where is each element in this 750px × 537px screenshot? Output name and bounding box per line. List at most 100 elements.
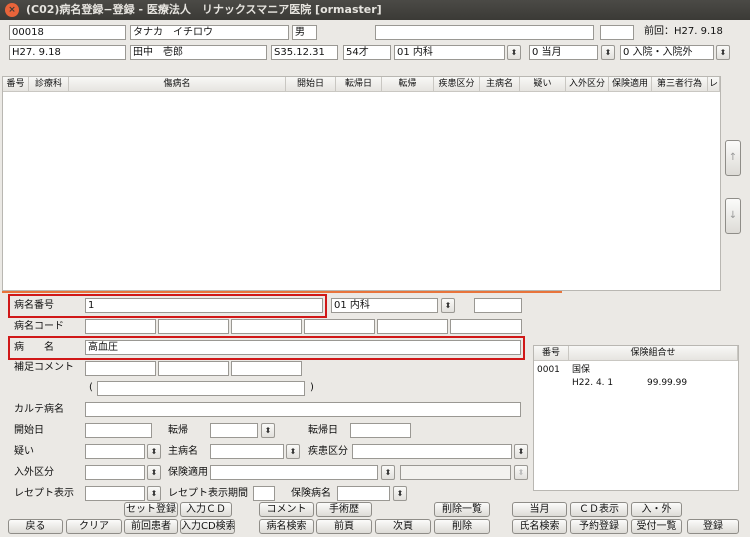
- blank-field-2[interactable]: [600, 25, 634, 40]
- col-header-doubt[interactable]: 疑い: [520, 77, 566, 92]
- department-spin-icon[interactable]: ⬍: [507, 45, 521, 60]
- set-register-button[interactable]: セット登録: [124, 502, 178, 517]
- code-field-5[interactable]: [377, 319, 448, 334]
- back-button[interactable]: 戻る: [8, 519, 63, 534]
- insurance-spin-icon[interactable]: ⬍: [381, 465, 395, 480]
- scroll-up-button[interactable]: ↑: [725, 140, 741, 176]
- prev-patient-button[interactable]: 前回患者: [124, 519, 178, 534]
- paren-open: (: [89, 382, 93, 393]
- col-header-outcome-date[interactable]: 転帰日: [336, 77, 382, 92]
- start-date-label: 開始日: [14, 425, 44, 436]
- receipt-period-label: レセプト表示期間: [168, 488, 248, 499]
- inout-select[interactable]: 0 入院・入院外: [620, 45, 714, 60]
- inout-form-select[interactable]: [85, 465, 145, 480]
- insurance-disease-select[interactable]: [337, 486, 390, 501]
- comment-field-1[interactable]: [85, 361, 156, 376]
- reservation-button[interactable]: 予約登録: [570, 519, 628, 534]
- category-spin-icon[interactable]: ⬍: [514, 444, 528, 459]
- col-header-outcome[interactable]: 転帰: [382, 77, 434, 92]
- ins-col-no[interactable]: 番号: [534, 346, 569, 361]
- comment-field-3[interactable]: [231, 361, 302, 376]
- ins-row-range[interactable]: 99.99.99: [647, 376, 687, 390]
- form-dept-spin-icon[interactable]: ⬍: [441, 298, 455, 313]
- next-page-button[interactable]: 次頁: [375, 519, 431, 534]
- main-disease-spin-icon[interactable]: ⬍: [286, 444, 300, 459]
- receipt-spin-icon[interactable]: ⬍: [147, 486, 161, 501]
- patient-sex-field[interactable]: 男: [292, 25, 317, 40]
- code-field-1[interactable]: [85, 319, 156, 334]
- ins-row-type[interactable]: 国保: [572, 363, 590, 377]
- outcome-date-field[interactable]: [350, 423, 411, 438]
- scroll-down-button[interactable]: ↓: [725, 198, 741, 234]
- insurance-label: 保険適用: [168, 467, 208, 478]
- current-month-button[interactable]: 当月: [512, 502, 567, 517]
- doubt-spin-icon[interactable]: ⬍: [147, 444, 161, 459]
- comment-free-field[interactable]: [97, 381, 305, 396]
- input-cd-button[interactable]: 入力ＣＤ: [180, 502, 232, 517]
- outcome-label: 転帰: [168, 425, 188, 436]
- doubt-select[interactable]: [85, 444, 145, 459]
- code-field-3[interactable]: [231, 319, 302, 334]
- inout-spin-icon[interactable]: ⬍: [716, 45, 730, 60]
- ins-row-date[interactable]: H22. 4. 1: [572, 376, 613, 390]
- patient-kana-field[interactable]: タナカ イチロウ: [130, 25, 289, 40]
- col-header-no[interactable]: 番号: [3, 77, 29, 92]
- code-field-2[interactable]: [158, 319, 229, 334]
- input-cd-search-button[interactable]: 入力CD検索: [180, 519, 235, 534]
- start-date-field[interactable]: [85, 423, 152, 438]
- comment-field-2[interactable]: [158, 361, 229, 376]
- insurance-select[interactable]: [210, 465, 378, 480]
- delete-list-button[interactable]: 削除一覧: [434, 502, 490, 517]
- disease-no-field[interactable]: 1: [85, 298, 323, 313]
- prev-page-button[interactable]: 前頁: [316, 519, 372, 534]
- receipt-label: レセプト表示: [14, 488, 74, 499]
- disease-code-label: 病名コード: [14, 321, 64, 332]
- col-header-disease[interactable]: 傷病名: [69, 77, 286, 92]
- surgery-history-button[interactable]: 手術歴: [316, 502, 372, 517]
- col-header-dept[interactable]: 診療科: [29, 77, 69, 92]
- disease-name-field[interactable]: 高血圧: [85, 340, 521, 355]
- register-button[interactable]: 登録: [687, 519, 739, 534]
- form-dept-select[interactable]: 01 内科: [331, 298, 438, 313]
- receipt-period-field[interactable]: [253, 486, 275, 501]
- outcome-select[interactable]: [210, 423, 258, 438]
- clear-button[interactable]: クリア: [66, 519, 122, 534]
- reception-list-button[interactable]: 受付一覧: [631, 519, 682, 534]
- karte-name-field[interactable]: [85, 402, 521, 417]
- col-header-inout[interactable]: 入外区分: [566, 77, 609, 92]
- col-header-insurance[interactable]: 保険適用: [609, 77, 652, 92]
- birthdate-field[interactable]: S35.12.31: [271, 45, 338, 60]
- col-header-start[interactable]: 開始日: [286, 77, 336, 92]
- patient-name-field[interactable]: 田中 壱郎: [130, 45, 267, 60]
- department-select[interactable]: 01 内科: [394, 45, 505, 60]
- name-search-button[interactable]: 氏名検索: [512, 519, 567, 534]
- col-header-third-party[interactable]: 第三者行為: [652, 77, 708, 92]
- code-field-6[interactable]: [450, 319, 522, 334]
- blank-field-1[interactable]: [375, 25, 594, 40]
- category-select[interactable]: [352, 444, 512, 459]
- code-field-4[interactable]: [304, 319, 375, 334]
- cd-display-button[interactable]: ＣＤ表示: [570, 502, 628, 517]
- inout-form-spin-icon[interactable]: ⬍: [147, 465, 161, 480]
- col-header-category[interactable]: 疾患区分: [434, 77, 480, 92]
- ins-col-combo[interactable]: 保険組合せ: [569, 346, 738, 361]
- patient-id-field[interactable]: 00018: [9, 25, 126, 40]
- close-icon[interactable]: ×: [5, 3, 19, 17]
- disease-search-button[interactable]: 病名検索: [259, 519, 314, 534]
- month-select[interactable]: 0 当月: [529, 45, 598, 60]
- delete-button[interactable]: 削除: [434, 519, 490, 534]
- col-header-main[interactable]: 主病名: [480, 77, 520, 92]
- receipt-select[interactable]: [85, 486, 145, 501]
- visit-date-field[interactable]: H27. 9.18: [9, 45, 126, 60]
- last-visit-label: 前回：H27. 9.18: [644, 26, 723, 37]
- month-spin-icon[interactable]: ⬍: [601, 45, 615, 60]
- ins-row-no[interactable]: 0001: [537, 363, 560, 377]
- in-out-button[interactable]: 入・外: [631, 502, 682, 517]
- col-header-re[interactable]: レ: [708, 77, 720, 92]
- outcome-spin-icon[interactable]: ⬍: [261, 423, 275, 438]
- comment-button[interactable]: コメント: [259, 502, 314, 517]
- main-disease-select[interactable]: [210, 444, 284, 459]
- age-field[interactable]: 54才: [343, 45, 391, 60]
- form-extra-field[interactable]: [474, 298, 522, 313]
- insurance-disease-spin-icon[interactable]: ⬍: [393, 486, 407, 501]
